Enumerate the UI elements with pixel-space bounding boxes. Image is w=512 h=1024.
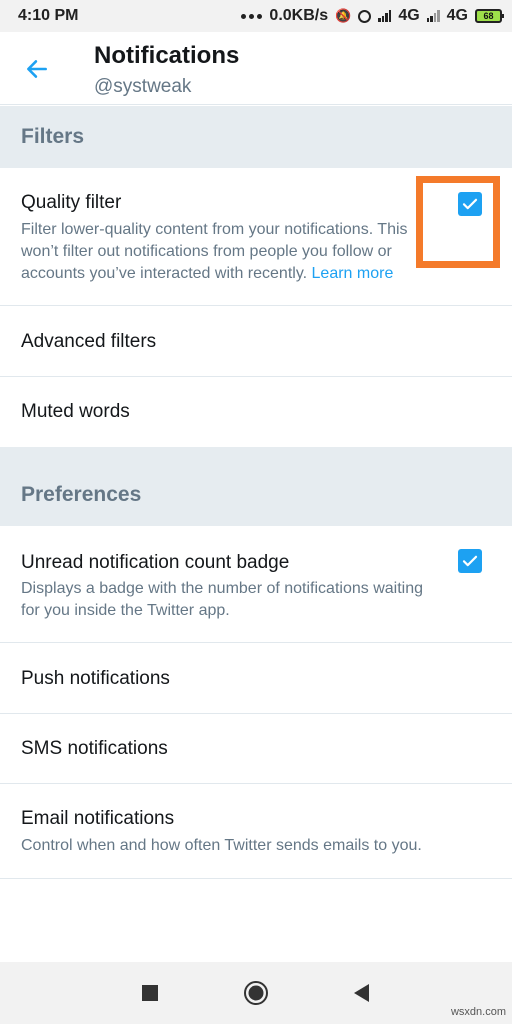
unread-badge-desc-line-2: for you inside the Twitter app.	[21, 602, 230, 619]
checkmark-icon	[462, 555, 478, 567]
back-nav-button[interactable]	[348, 980, 374, 1006]
setting-sms-notifications[interactable]: SMS notifications	[0, 714, 512, 784]
network-speed: 0.0KB/s	[269, 7, 329, 24]
setting-email-notifications[interactable]: Email notifications Control when and how…	[0, 784, 512, 879]
setting-unread-count-badge[interactable]: Unread notification count badge Displays…	[0, 526, 512, 643]
sms-notifications-label: SMS notifications	[21, 738, 168, 759]
unread-badge-checkbox[interactable]	[458, 549, 482, 573]
network-type-2: 4G	[446, 7, 468, 24]
app-header: Notifications @systweak	[0, 32, 512, 105]
network-type-1: 4G	[398, 7, 420, 24]
highlight-annotation-box	[416, 176, 500, 268]
section-header-filters: Filters	[0, 106, 512, 168]
page-title: Notifications	[94, 42, 240, 69]
alarm-icon	[358, 9, 372, 23]
notification-off-icon: 🔕	[335, 8, 352, 23]
status-bar: 4:10 PM 0.0KB/s 🔕 4G 4G 68	[0, 0, 512, 32]
circle-icon	[244, 981, 268, 1005]
learn-more-link[interactable]: Learn more	[312, 265, 394, 282]
recent-apps-button[interactable]	[137, 980, 163, 1006]
section-header-preferences: Preferences	[0, 447, 512, 526]
notifications-settings-screen: 4:10 PM 0.0KB/s 🔕 4G 4G 68 Notifications…	[0, 0, 512, 1024]
unread-badge-desc-line-1: Displays a badge with the number of noti…	[21, 580, 423, 597]
unread-badge-description: Displays a badge with the number of noti…	[21, 578, 496, 622]
setting-advanced-filters[interactable]: Advanced filters	[0, 306, 512, 377]
setting-muted-words[interactable]: Muted words	[0, 377, 512, 447]
system-navigation-bar: wsxdn.com	[0, 962, 512, 1024]
battery-icon: 68	[475, 9, 504, 23]
setting-push-notifications[interactable]: Push notifications	[0, 643, 512, 714]
battery-level: 68	[483, 11, 494, 21]
email-notifications-description: Control when and how often Twitter sends…	[21, 837, 422, 854]
quality-filter-label: Quality filter	[21, 192, 122, 213]
push-notifications-label: Push notifications	[21, 668, 170, 689]
muted-words-label: Muted words	[21, 401, 130, 422]
signal-icon	[378, 10, 392, 22]
advanced-filters-label: Advanced filters	[21, 331, 157, 352]
section-title-preferences: Preferences	[21, 482, 142, 506]
quality-filter-desc-text-3: accounts you’ve interacted with recently…	[21, 265, 308, 282]
watermark-text: wsxdn.com	[450, 1006, 506, 1018]
status-icons: 0.0KB/s 🔕 4G 4G 68	[241, 7, 504, 25]
back-button[interactable]	[22, 54, 52, 84]
page-subtitle-username: @systweak	[94, 76, 192, 97]
signal-icon-2	[426, 10, 440, 22]
unread-badge-label: Unread notification count badge	[21, 552, 290, 573]
triangle-back-icon	[354, 984, 369, 1002]
arrow-left-icon	[27, 60, 47, 78]
home-button[interactable]	[243, 980, 269, 1006]
status-time: 4:10 PM	[18, 7, 79, 24]
section-title-filters: Filters	[21, 125, 85, 148]
more-dots-icon	[241, 13, 263, 19]
email-notifications-label: Email notifications	[21, 808, 175, 829]
square-icon	[142, 985, 158, 1001]
